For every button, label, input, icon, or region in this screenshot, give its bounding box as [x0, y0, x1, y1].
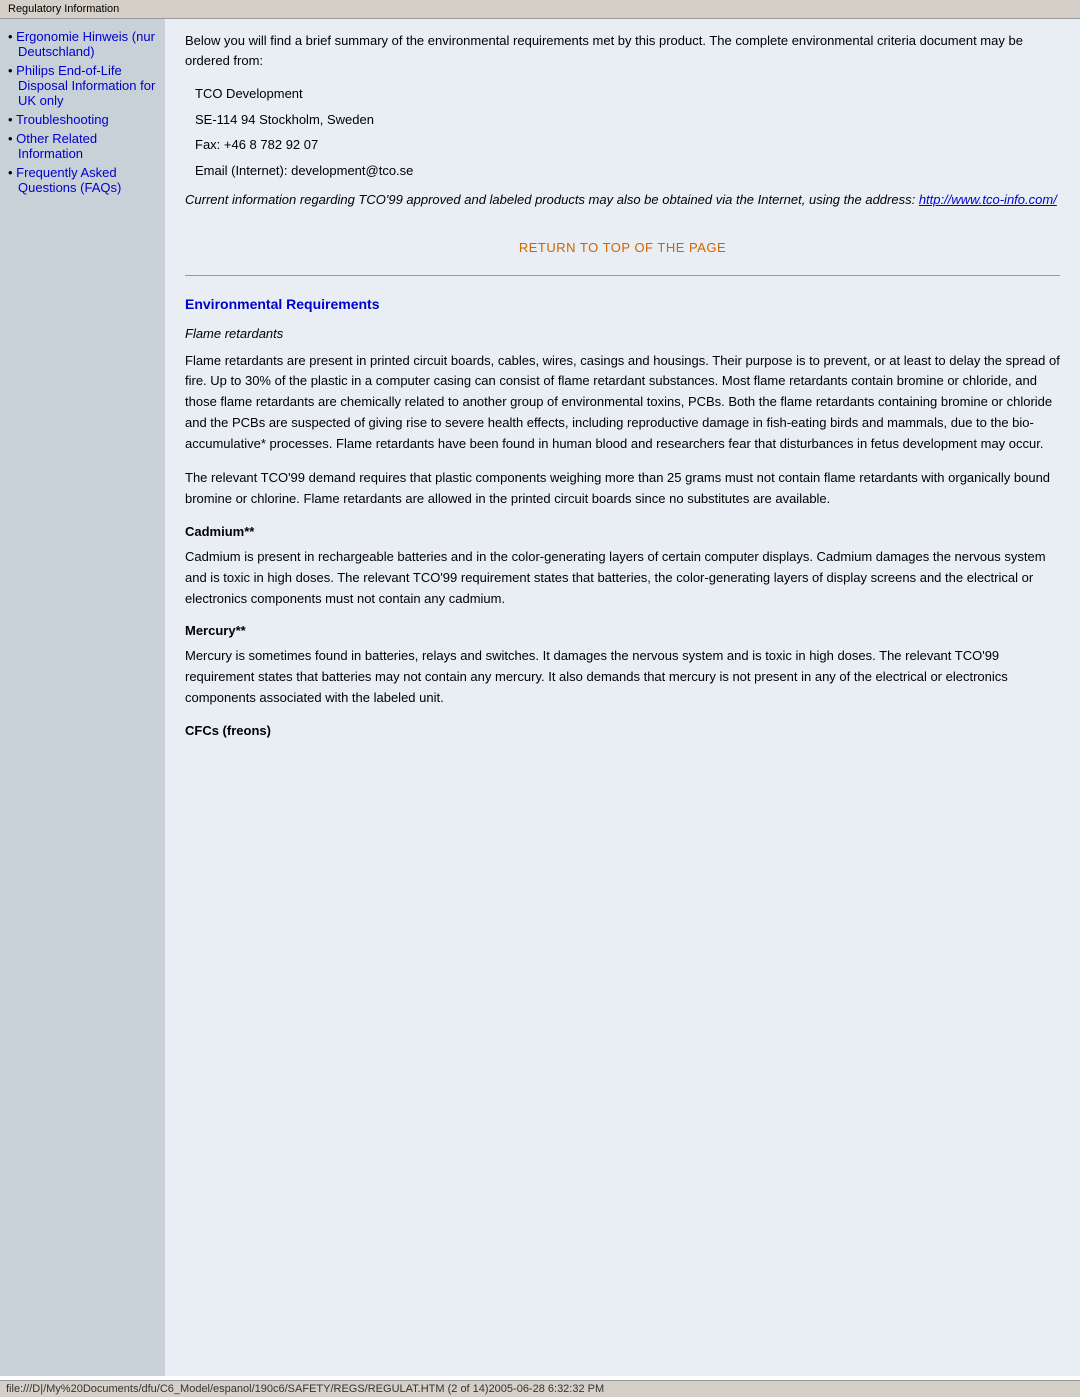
sidebar-item-3[interactable]: Troubleshooting [8, 112, 157, 127]
sidebar-link-5[interactable]: Frequently Asked Questions (FAQs) [16, 165, 121, 195]
italic-note: Current information regarding TCO'99 app… [185, 190, 1060, 210]
cadmium-para: Cadmium is present in rechargeable batte… [185, 547, 1060, 609]
sidebar-link-3[interactable]: Troubleshooting [16, 112, 109, 127]
cadmium-title: Cadmium** [185, 524, 1060, 539]
mercury-para: Mercury is sometimes found in batteries,… [185, 646, 1060, 708]
return-link-container: RETURN TO TOP OF THE PAGE [185, 240, 1060, 255]
address-line-4: Email (Internet): development@tco.se [195, 161, 1060, 181]
address-line-2: SE-114 94 Stockholm, Sweden [195, 110, 1060, 130]
section-divider [185, 275, 1060, 276]
sidebar-nav: Ergonomie Hinweis (nur Deutschland) Phil… [8, 29, 157, 195]
main-content: Below you will find a brief summary of t… [165, 19, 1080, 1376]
sidebar-link-2[interactable]: Philips End-of-Life Disposal Information… [16, 63, 155, 108]
flame-retardants-para1: Flame retardants are present in printed … [185, 351, 1060, 455]
address-line-3: Fax: +46 8 782 92 07 [195, 135, 1060, 155]
title-bar: Regulatory Information [0, 0, 1080, 19]
address-line-1: TCO Development [195, 84, 1060, 104]
sidebar-link-4[interactable]: Other Related Information [16, 131, 97, 161]
sidebar-item-1[interactable]: Ergonomie Hinweis (nur Deutschland) [8, 29, 157, 59]
title-text: Regulatory Information [8, 3, 119, 15]
intro-paragraph: Below you will find a brief summary of t… [185, 31, 1060, 70]
flame-retardants-subtitle: Flame retardants [185, 326, 1060, 341]
return-to-top-link[interactable]: RETURN TO TOP OF THE PAGE [519, 240, 726, 255]
sidebar-item-4[interactable]: Other Related Information [8, 131, 157, 161]
cfc-title: CFCs (freons) [185, 723, 1060, 738]
sidebar: Ergonomie Hinweis (nur Deutschland) Phil… [0, 19, 165, 1376]
address-block: TCO Development SE-114 94 Stockholm, Swe… [195, 84, 1060, 180]
sidebar-link-1[interactable]: Ergonomie Hinweis (nur Deutschland) [16, 29, 155, 59]
status-text: file:///D|/My%20Documents/dfu/C6_Model/e… [6, 1383, 604, 1395]
sidebar-item-2[interactable]: Philips End-of-Life Disposal Information… [8, 63, 157, 108]
env-section-title: Environmental Requirements [185, 296, 1060, 312]
mercury-title: Mercury** [185, 623, 1060, 638]
sidebar-item-5[interactable]: Frequently Asked Questions (FAQs) [8, 165, 157, 195]
flame-retardants-para2: The relevant TCO'99 demand requires that… [185, 468, 1060, 510]
status-bar: file:///D|/My%20Documents/dfu/C6_Model/e… [0, 1380, 1080, 1397]
tco-link[interactable]: http://www.tco-info.com/ [919, 192, 1057, 207]
